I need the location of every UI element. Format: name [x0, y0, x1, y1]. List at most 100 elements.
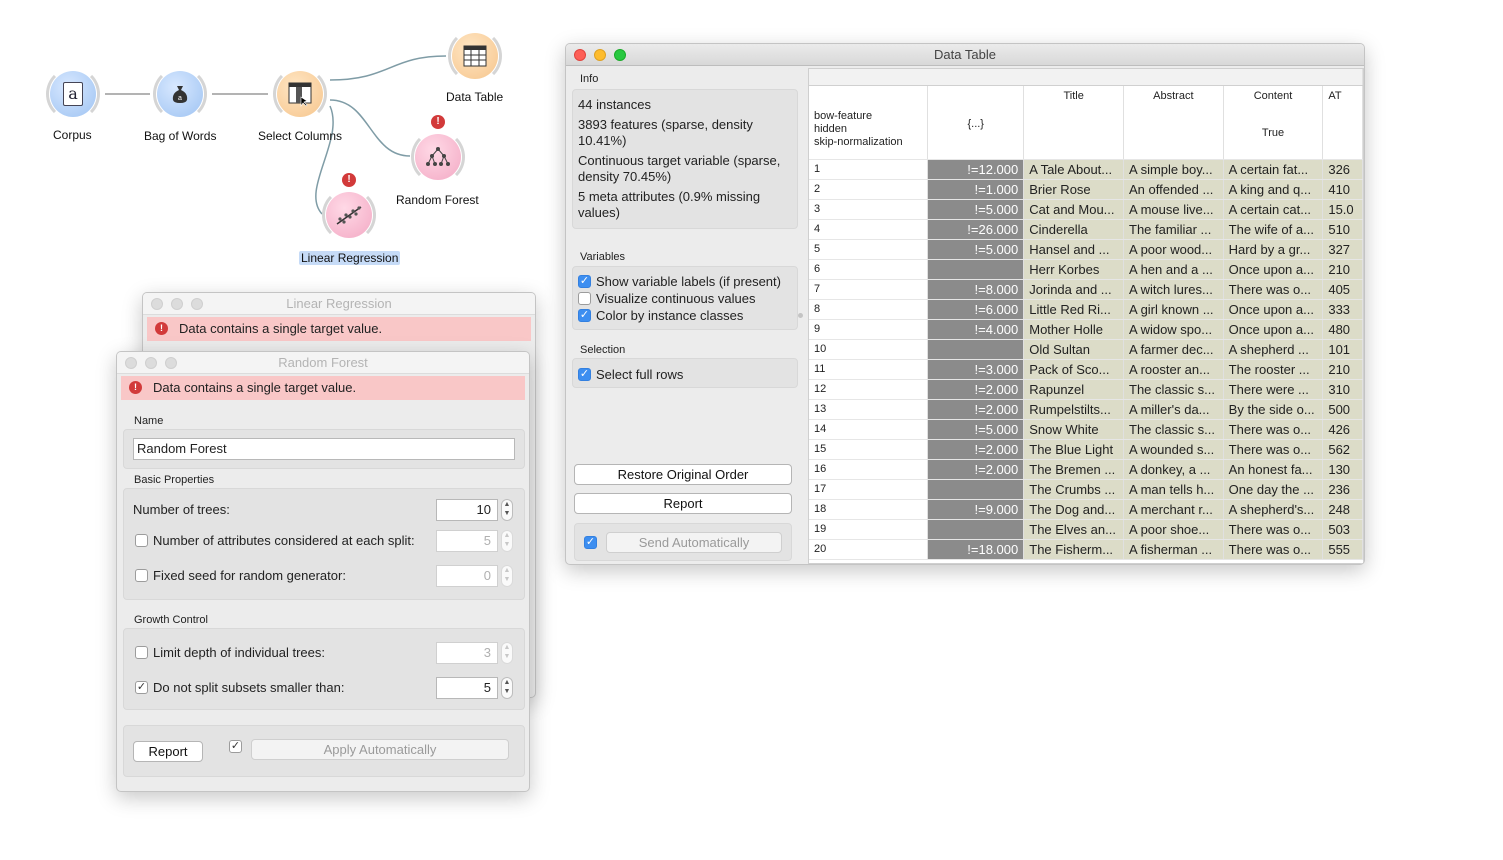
cell-title[interactable]: Rumpelstilts...: [1023, 399, 1124, 420]
close-button[interactable]: [151, 298, 163, 310]
row-number[interactable]: 10: [809, 339, 929, 360]
cell-abstract[interactable]: A poor shoe...: [1123, 519, 1224, 540]
table-row[interactable]: 17 The Crumbs ... A man tells h... One day …: [809, 479, 1363, 500]
cell-at[interactable]: 327: [1322, 239, 1363, 260]
cell-abstract[interactable]: A farmer dec...: [1123, 339, 1224, 360]
cell-abstract[interactable]: A fisherman ...: [1123, 539, 1224, 560]
row-number[interactable]: 13: [809, 399, 929, 420]
data-table-titlebar[interactable]: Data Table: [566, 44, 1364, 66]
data-grid[interactable]: bow-feature hidden skip-normalization {.…: [808, 68, 1364, 564]
cell-at[interactable]: 503: [1322, 519, 1363, 540]
cell-sparse-value[interactable]: !=2.000: [927, 439, 1025, 460]
cell-at[interactable]: 326: [1322, 159, 1363, 180]
send-automatically-button[interactable]: Send Automatically: [606, 532, 782, 553]
cell-title[interactable]: Little Red Ri...: [1023, 299, 1124, 320]
cell-content[interactable]: A shepherd's...: [1223, 499, 1324, 520]
cell-content[interactable]: Once upon a...: [1223, 259, 1324, 280]
cell-at[interactable]: 562: [1322, 439, 1363, 460]
table-row[interactable]: 5 !=5.000 Hansel and ... A poor wood... Hard…: [809, 239, 1363, 260]
cell-abstract[interactable]: A merchant r...: [1123, 499, 1224, 520]
cell-at[interactable]: 426: [1322, 419, 1363, 440]
cell-title[interactable]: Cinderella: [1023, 219, 1124, 240]
cell-content[interactable]: A certain fat...: [1223, 159, 1324, 180]
row-number[interactable]: 15: [809, 439, 929, 460]
cell-content[interactable]: The wife of a...: [1223, 219, 1324, 240]
cell-sparse-value[interactable]: !=9.000: [927, 499, 1025, 520]
cell-content[interactable]: One day the ...: [1223, 479, 1324, 500]
close-button[interactable]: [574, 49, 586, 61]
cell-title[interactable]: The Dog and...: [1023, 499, 1124, 520]
cell-title[interactable]: Cat and Mou...: [1023, 199, 1124, 220]
cell-title[interactable]: Hansel and ...: [1023, 239, 1124, 260]
cell-sparse-value[interactable]: !=4.000: [927, 319, 1025, 340]
table-row[interactable]: 3 !=5.000 Cat and Mou... A mouse live... A c…: [809, 199, 1363, 220]
depth-spinbox[interactable]: 3: [436, 642, 498, 664]
name-field[interactable]: Random Forest: [133, 438, 515, 460]
cell-at[interactable]: 101: [1322, 339, 1363, 360]
cell-abstract[interactable]: The classic s...: [1123, 419, 1224, 440]
zoom-button[interactable]: [614, 49, 626, 61]
cell-at[interactable]: 210: [1322, 259, 1363, 280]
cell-at[interactable]: 236: [1322, 479, 1363, 500]
cell-abstract[interactable]: A rooster an...: [1123, 359, 1224, 380]
table-row[interactable]: 2 !=1.000 Brier Rose An offended ... A king …: [809, 179, 1363, 200]
split-stepper[interactable]: ▲ ▼: [501, 677, 513, 699]
cell-sparse-value[interactable]: !=3.000: [927, 359, 1025, 380]
column-header-title[interactable]: Title: [1023, 85, 1124, 160]
cell-abstract[interactable]: The familiar ...: [1123, 219, 1224, 240]
report-button[interactable]: Report: [133, 741, 203, 762]
cell-content[interactable]: Once upon a...: [1223, 319, 1324, 340]
row-number[interactable]: 3: [809, 199, 929, 220]
row-number[interactable]: 5: [809, 239, 929, 260]
node-bag-of-words[interactable]: a: [153, 67, 207, 121]
node-linear-regression[interactable]: [322, 188, 376, 242]
cell-content[interactable]: There was o...: [1223, 279, 1324, 300]
show-labels-checkbox[interactable]: ✓: [578, 275, 591, 288]
attrs-checkbox[interactable]: [135, 534, 148, 547]
cell-sparse-value[interactable]: !=26.000: [927, 219, 1025, 240]
cell-content[interactable]: By the side o...: [1223, 399, 1324, 420]
cell-abstract[interactable]: A mouse live...: [1123, 199, 1224, 220]
cell-content[interactable]: An honest fa...: [1223, 459, 1324, 480]
cell-sparse-value[interactable]: !=12.000: [927, 159, 1025, 180]
cell-sparse-value[interactable]: !=18.000: [927, 539, 1025, 560]
seed-checkbox[interactable]: [135, 569, 148, 582]
depth-stepper[interactable]: ▲ ▼: [501, 642, 513, 664]
table-row[interactable]: 4 !=26.000 Cinderella The familiar ... The w…: [809, 219, 1363, 240]
node-select-columns[interactable]: [273, 67, 327, 121]
cell-at[interactable]: 500: [1322, 399, 1363, 420]
cell-title[interactable]: Rapunzel: [1023, 379, 1124, 400]
cell-abstract[interactable]: A hen and a ...: [1123, 259, 1224, 280]
table-row[interactable]: 11 !=3.000 Pack of Sco... A rooster an... Th…: [809, 359, 1363, 380]
table-row[interactable]: 13 !=2.000 Rumpelstilts... A miller's da...…: [809, 399, 1363, 420]
cell-title[interactable]: Snow White: [1023, 419, 1124, 440]
seed-stepper[interactable]: ▲ ▼: [501, 565, 513, 587]
cell-abstract[interactable]: A simple boy...: [1123, 159, 1224, 180]
cell-sparse-value[interactable]: !=1.000: [927, 179, 1025, 200]
cell-at[interactable]: 410: [1322, 179, 1363, 200]
cell-abstract[interactable]: A man tells h...: [1123, 479, 1224, 500]
cell-abstract[interactable]: A miller's da...: [1123, 399, 1224, 420]
cell-abstract[interactable]: A girl known ...: [1123, 299, 1224, 320]
cell-content[interactable]: The rooster ...: [1223, 359, 1324, 380]
close-button[interactable]: [125, 357, 137, 369]
random-forest-titlebar[interactable]: Random Forest: [117, 352, 529, 374]
cell-title[interactable]: Mother Holle: [1023, 319, 1124, 340]
cell-at[interactable]: 510: [1322, 219, 1363, 240]
table-row[interactable]: 6 Herr Korbes A hen and a ... Once upon a..…: [809, 259, 1363, 280]
select-rows-checkbox[interactable]: ✓: [578, 368, 591, 381]
cell-content[interactable]: A king and q...: [1223, 179, 1324, 200]
row-number[interactable]: 8: [809, 299, 929, 320]
column-header-sparse[interactable]: {...}: [927, 85, 1025, 160]
table-row[interactable]: 7 !=8.000 Jorinda and ... A witch lures... T…: [809, 279, 1363, 300]
column-header-abstract[interactable]: Abstract: [1123, 85, 1224, 160]
cell-content[interactable]: There were ...: [1223, 379, 1324, 400]
splitter-handle[interactable]: [798, 313, 803, 318]
table-row[interactable]: 20 !=18.000 The Fisherm... A fisherman ... T…: [809, 539, 1363, 560]
row-number[interactable]: 20: [809, 539, 929, 560]
attrs-stepper[interactable]: ▲ ▼: [501, 530, 513, 552]
table-row[interactable]: 15 !=2.000 The Blue Light A wounded s... The…: [809, 439, 1363, 460]
table-row[interactable]: 18 !=9.000 The Dog and... A merchant r... A …: [809, 499, 1363, 520]
row-number[interactable]: 18: [809, 499, 929, 520]
cell-content[interactable]: There was o...: [1223, 539, 1324, 560]
